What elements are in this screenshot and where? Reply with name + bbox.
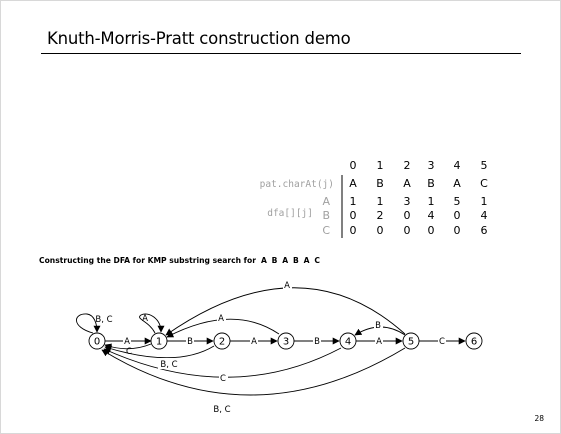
dfa-table: 0 1 2 3 4 5 pat.charAt(j) A B A B A C df… [260, 159, 488, 238]
slide: Knuth-Morris-Pratt construction demo 0 1… [0, 0, 561, 434]
edge-label: B [187, 337, 193, 347]
pat-cell: B [376, 177, 384, 190]
edge-label: B [375, 321, 381, 331]
dfa-cell: 0 [454, 224, 461, 237]
pat-cell: A [403, 177, 411, 190]
edge-label: C [220, 374, 226, 384]
self-loop-0 [76, 313, 101, 334]
pat-cell: A [453, 177, 461, 190]
dfa-cell: 3 [404, 195, 411, 208]
edge-label: C [126, 347, 132, 357]
edge-label: B [314, 337, 320, 347]
state-node-1: 1 [150, 332, 168, 350]
state-label: 5 [408, 337, 414, 348]
state-node-5: 5 [402, 332, 420, 350]
dfa-cell: 0 [404, 209, 411, 222]
table-column-header: 0 [350, 159, 357, 172]
edge-label: A [124, 337, 130, 347]
pat-cell: C [480, 177, 488, 190]
table-column-header: 4 [454, 159, 461, 172]
dfa-cell: 1 [350, 195, 357, 208]
dfa-cell: 0 [350, 209, 357, 222]
dfa-cell: 0 [350, 224, 357, 237]
state-node-0: 0 [88, 332, 106, 350]
dfa-cell: 2 [377, 209, 384, 222]
table-column-header: 1 [377, 159, 384, 172]
row-char-label: A [322, 195, 330, 208]
table-column-header: 2 [404, 159, 411, 172]
dfa-cell: 1 [481, 195, 488, 208]
edge-label: B, C [213, 405, 230, 415]
caption-pattern: A B A B A C [260, 256, 322, 265]
edge-label: A [142, 314, 148, 324]
dfa-cell: 1 [428, 195, 435, 208]
state-node-4: 4 [339, 332, 357, 350]
dfa-diagram: 0 1 2 3 4 5 6 A B A B A C B, C A C B, C … [76, 279, 483, 415]
edge-label: A [251, 337, 257, 347]
edge-label: C [439, 337, 445, 347]
slide-graphics: 0 1 2 3 4 5 pat.charAt(j) A B A B A C df… [76, 159, 488, 415]
edge-5-1 [165, 287, 406, 336]
edge-5-0 [101, 347, 406, 396]
dfa-row-b: B 0 2 0 4 0 4 [322, 209, 487, 222]
pat-row: A B A B A C [349, 177, 488, 190]
dfa-cell: 4 [428, 209, 435, 222]
page-number: 28 [534, 414, 544, 423]
edge-label: B, C [95, 315, 112, 325]
edge-label: B, C [160, 360, 177, 370]
pat-cell: B [427, 177, 435, 190]
dfa-cell: 0 [454, 209, 461, 222]
edge-label: A [218, 314, 224, 324]
dfa-row-label: dfa[][j] [267, 208, 313, 219]
dfa-cell: 0 [428, 224, 435, 237]
edge-label: A [376, 337, 382, 347]
state-label: 0 [94, 337, 100, 348]
edge-label: A [284, 281, 290, 291]
state-label: 2 [219, 337, 225, 348]
dfa-cell: 0 [404, 224, 411, 237]
dfa-cell: 5 [454, 195, 461, 208]
dfa-row-a: A 1 1 3 1 5 1 [322, 195, 487, 208]
state-node-6: 6 [465, 332, 483, 350]
row-char-label: C [322, 224, 330, 237]
caption-text: Constructing the DFA for KMP substring s… [39, 256, 256, 265]
dfa-cell: 0 [377, 224, 384, 237]
dfa-cell: 6 [481, 224, 488, 237]
diagram-caption: Constructing the DFA for KMP substring s… [39, 256, 321, 265]
table-column-header: 3 [428, 159, 435, 172]
state-node-3: 3 [277, 332, 295, 350]
dfa-row-c: C 0 0 0 0 0 6 [322, 224, 487, 237]
row-char-label: B [322, 209, 330, 222]
pat-row-label: pat.charAt(j) [260, 179, 334, 190]
dfa-cell: 4 [481, 209, 488, 222]
state-label: 6 [471, 337, 477, 348]
table-column-header: 5 [481, 159, 488, 172]
table-column-headers: 0 1 2 3 4 5 [350, 159, 488, 172]
dfa-cell: 1 [377, 195, 384, 208]
state-label: 3 [283, 337, 289, 348]
state-label: 1 [156, 337, 162, 348]
state-label: 4 [345, 337, 351, 348]
pat-cell: A [349, 177, 357, 190]
state-node-2: 2 [213, 332, 231, 350]
